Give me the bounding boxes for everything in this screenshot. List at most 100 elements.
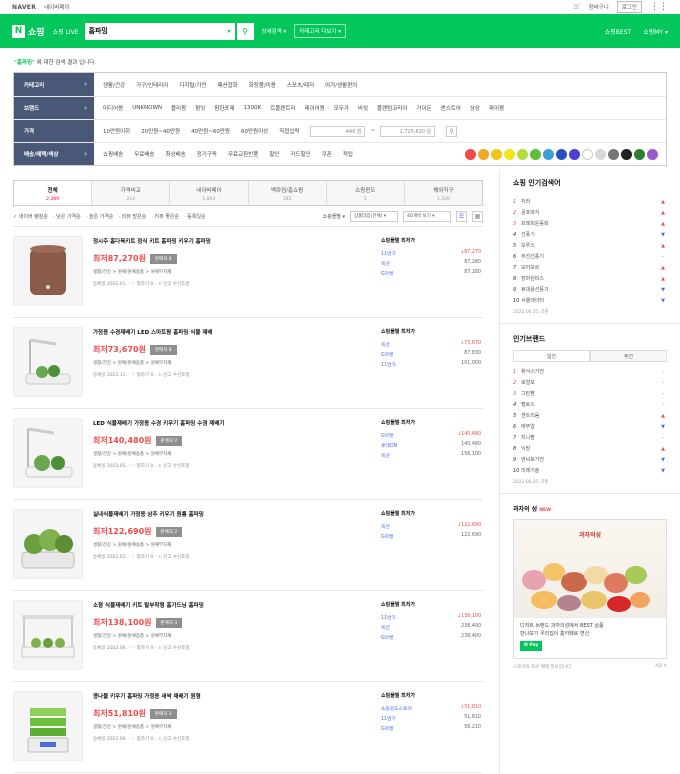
color-swatch[interactable] [556, 148, 567, 160]
filter-option-benefit[interactable]: 최상배송 [166, 150, 186, 158]
rank-row[interactable]: 3 그린팜 – [513, 388, 667, 399]
rank-row[interactable]: 5 모루스 ▲ [513, 240, 667, 251]
filter-option-benefit[interactable]: 무료교환반품 [228, 150, 258, 158]
mall-row[interactable]: 11번가 ↓138,100 [381, 614, 481, 621]
filter-option-benefit[interactable]: 쇼핑배송 [103, 150, 123, 158]
sort-option[interactable]: · 높은 가격순 [86, 213, 114, 220]
product-type-select[interactable]: 상품타입(전체) ▾ [350, 210, 398, 222]
price-min-input[interactable]: 440 원 [310, 125, 366, 137]
product-thumbnail[interactable] [13, 600, 83, 670]
tab-2[interactable]: 네이버페이 1,803 [169, 181, 248, 205]
rank-text[interactable]: 휴대용선풍기 [521, 286, 659, 293]
mall-row[interactable]: G마켓 122,690 [381, 533, 481, 540]
filter-option-category[interactable]: 스포츠/레저 [287, 81, 314, 89]
naver-logo[interactable]: NAVER [12, 4, 36, 11]
rank-row[interactable]: 9 엔씨토가전 ▼ [513, 454, 667, 465]
rank-row[interactable]: 2 로얄포 – [513, 377, 667, 388]
filter-option-benefit[interactable]: 적립 [343, 150, 353, 158]
product-thumbnail[interactable] [13, 236, 83, 306]
mall-name[interactable]: 11번가 [381, 361, 396, 368]
mall-name[interactable]: 쇼핑윈도스토어 [381, 705, 412, 712]
tab-4[interactable]: 쇼핑윈도 1 [325, 181, 404, 205]
product-thumbnail[interactable] [13, 691, 83, 761]
sort-option[interactable]: ✓ 네이버 랭킹순 [13, 213, 48, 220]
seller-count-button[interactable]: 판매처 3 [149, 708, 177, 719]
sort-option[interactable]: · 낮은 가격순 [53, 213, 81, 220]
filter-option-benefit[interactable]: 정기구독 [197, 150, 217, 158]
product-category[interactable]: 생활/건강 > 원예/원예용품 > 원예부자재 [93, 542, 373, 548]
mall-name[interactable]: G마켓 [381, 533, 394, 540]
product-title[interactable]: 실내식물재배기 가정용 상추 키우기 원룸 홈파밍 [93, 510, 373, 518]
rank-text[interactable]: 모루스 [521, 242, 659, 249]
filter-option-brand[interactable]: 플리팜 [171, 104, 186, 112]
filter-option-brand[interactable]: 팜잇 [195, 104, 205, 112]
filter-option-brand[interactable]: 앤스트어 [441, 104, 461, 112]
mall-row[interactable]: 11번가 101,000 [381, 361, 481, 368]
color-swatch[interactable] [608, 148, 619, 160]
color-swatch[interactable] [491, 148, 502, 160]
product-title[interactable]: 콩나물 키우기 홈파밍 가정용 새싹 재배기 원형 [93, 692, 373, 700]
rank-row[interactable]: 6 에뚜알 ▼ [513, 421, 667, 432]
filter-option-benefit[interactable]: 쿠폰 [322, 150, 332, 158]
mall-row[interactable]: G마켓 238,400 [381, 634, 481, 641]
category-more-button[interactable]: 카테고리 더보기 ▾ [294, 24, 346, 38]
naverpay-link[interactable]: 네이버페이 [44, 3, 69, 11]
filter-option-brand[interactable]: UNKNOWN [132, 105, 162, 111]
tab-3[interactable]: 백화점/홈쇼핑 185 [247, 181, 326, 205]
rank-row[interactable]: 3 프레피운동화 ▲ [513, 218, 667, 229]
product-title[interactable]: LED 식물재배기 가정용 수경 키우기 홈파밍 수경 재배기 [93, 419, 373, 427]
ad-close-icon[interactable]: AD ✕ [655, 664, 667, 670]
mall-row[interactable]: 옥션 ↓73,670 [381, 341, 481, 348]
rank-row[interactable]: 4 선풍기 ▼ [513, 229, 667, 240]
color-swatch[interactable] [530, 148, 541, 160]
mall-name[interactable]: 롯데ON [381, 442, 397, 449]
color-swatch[interactable] [517, 148, 528, 160]
mall-name[interactable]: G마켓 [381, 270, 394, 277]
filter-option-brand[interactable]: 모두가 [334, 104, 349, 112]
rank-text[interactable]: 에뚜알 [521, 423, 659, 430]
search-input[interactable]: 홈파밍 ▾ [84, 22, 235, 40]
color-swatch[interactable] [504, 148, 515, 160]
rank-row[interactable]: 7 지니팜 – [513, 432, 667, 443]
rank-row[interactable]: 5 센트리움 ▲ [513, 410, 667, 421]
rank-text[interactable]: 엔씨토가전 [521, 456, 659, 463]
mall-name[interactable]: 11번가 [381, 250, 396, 257]
rank-row[interactable]: 1 자라 ▲ [513, 196, 667, 207]
rank-text[interactable]: 모어모르 [521, 264, 659, 271]
mall-row[interactable]: 11번가 51,810 [381, 715, 481, 722]
filter-option-brand[interactable]: 비쉿 [358, 104, 368, 112]
mall-row[interactable]: 11번가 ↓87,270 [381, 250, 481, 257]
mall-name[interactable]: 옥션 [381, 523, 390, 530]
list-view-icon[interactable]: ☰ [456, 210, 467, 222]
filter-option-brand[interactable]: 플랜텀코리아 [377, 104, 407, 112]
sort-option[interactable]: · 등록일순 [184, 213, 206, 220]
filter-option-brand[interactable]: 상상 [470, 104, 480, 112]
tab-daily[interactable]: 일간 [513, 350, 590, 362]
mall-name[interactable]: 옥션 [381, 452, 390, 459]
rank-text[interactable]: 무선선풍기 [521, 253, 659, 260]
mall-row[interactable]: G마켓 87,280 [381, 270, 481, 277]
filter-option-benefit[interactable]: 할인 [269, 150, 279, 158]
mall-row[interactable]: 롯데ON 140,480 [381, 442, 481, 449]
rank-text[interactable]: 미래기술 [521, 467, 659, 474]
rank-row[interactable]: 8 닉맘 ▲ [513, 443, 667, 454]
product-category[interactable]: 생활/건강 > 원예/원예용품 > 원예부자재 [93, 269, 373, 275]
rank-text[interactable]: 선풍기 [521, 231, 659, 238]
seller-count-button[interactable]: 판매처 8 [149, 253, 177, 264]
tab-1[interactable]: 가격비교 214 [91, 181, 170, 205]
product-thumbnail[interactable] [13, 418, 83, 488]
rank-text[interactable]: 센트리움 [521, 412, 659, 419]
rank-row[interactable]: 7 모어모르 ▲ [513, 262, 667, 273]
product-title[interactable]: 소형 식물재배기 키트 탈부착형 홈가드닝 홈파밍 [93, 601, 373, 609]
sort-option[interactable]: · 리뷰 좋은순 [151, 213, 179, 220]
color-swatch[interactable] [478, 148, 489, 160]
plus-icon[interactable]: + [83, 151, 88, 158]
rank-text[interactable]: 골프바지 [521, 209, 659, 216]
shop-my-link[interactable]: 쇼핑MY ▾ [643, 27, 668, 36]
shopping-logo[interactable]: 쇼핑 [28, 25, 45, 38]
filter-option-benefit[interactable]: 무료배송 [134, 150, 154, 158]
rank-text[interactable]: 로얄포 [521, 379, 659, 386]
seller-count-button[interactable]: 판매처 3 [155, 617, 183, 628]
plus-icon[interactable]: + [83, 81, 88, 88]
product-thumbnail[interactable] [13, 327, 83, 397]
